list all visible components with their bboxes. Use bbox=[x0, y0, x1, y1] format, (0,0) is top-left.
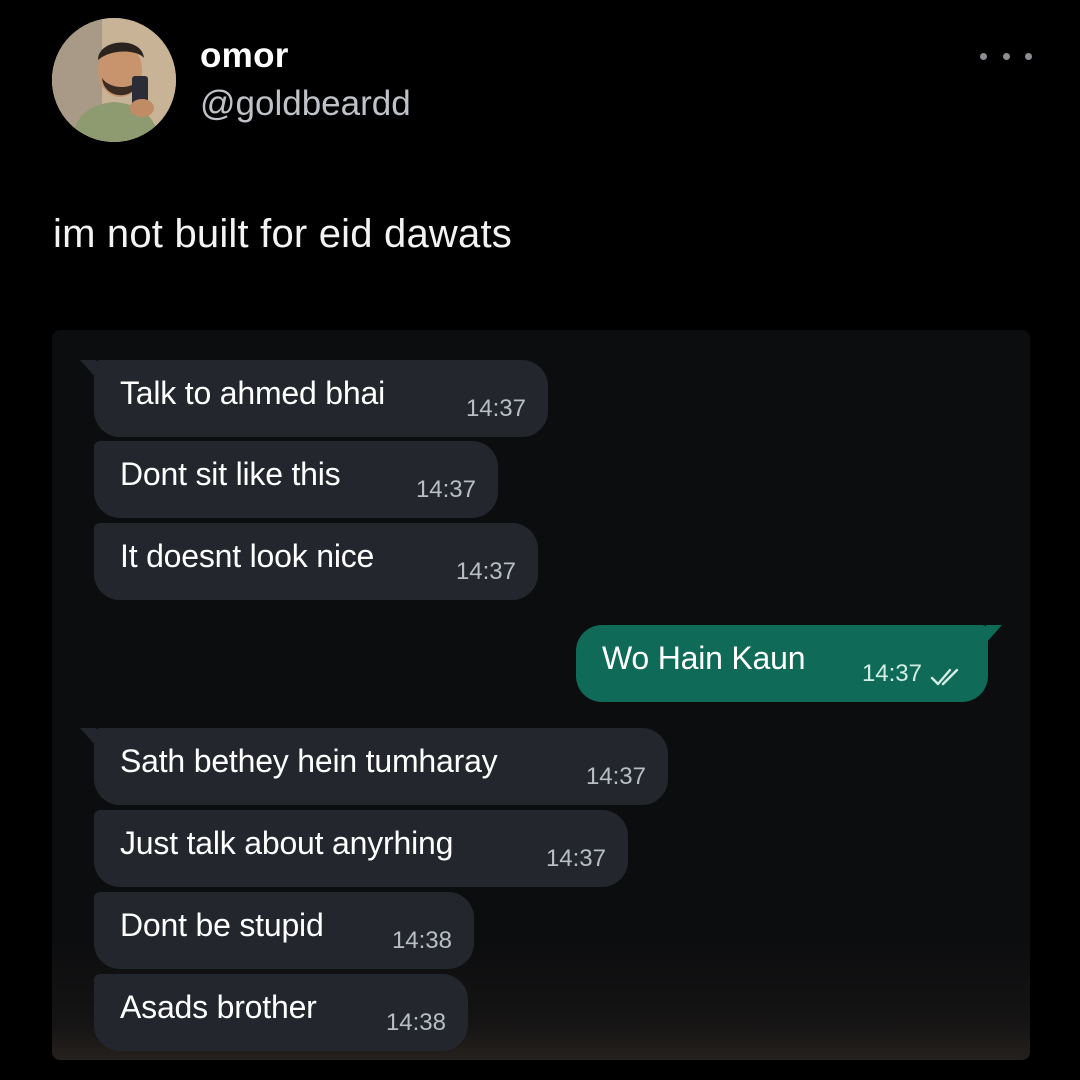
display-name[interactable]: omor bbox=[200, 36, 289, 76]
message-text: Dont be stupid bbox=[120, 907, 324, 943]
chat-message-incoming: Dont sit like this 14:37 bbox=[94, 441, 498, 518]
chat-message-incoming: Talk to ahmed bhai 14:37 bbox=[80, 360, 548, 437]
message-text: Talk to ahmed bhai bbox=[120, 375, 386, 411]
avatar-photo bbox=[52, 18, 176, 142]
ellipsis-dot bbox=[1025, 52, 1032, 60]
chat-message-outgoing: Wo Hain Kaun 14:37 bbox=[576, 625, 1002, 702]
chat-message-incoming: It doesnt look nice 14:37 bbox=[94, 523, 538, 600]
message-time: 14:37 bbox=[861, 660, 922, 687]
message-text: Dont sit like this bbox=[120, 456, 341, 492]
user-handle[interactable]: @goldbeardd bbox=[200, 84, 411, 124]
message-text: Sath bethey hein tumharay bbox=[120, 743, 498, 779]
tweet-header: omor @goldbeardd bbox=[52, 18, 1032, 148]
message-time: 14:37 bbox=[545, 845, 606, 872]
chat-message-incoming: Dont be stupid 14:38 bbox=[94, 892, 474, 969]
message-time: 14:37 bbox=[585, 763, 646, 790]
message-text: Asads brother bbox=[120, 989, 317, 1025]
message-text: It doesnt look nice bbox=[120, 538, 375, 574]
chat-screenshot: Talk to ahmed bhai 14:37 Dont sit like t… bbox=[52, 330, 1030, 1060]
message-time: 14:38 bbox=[385, 1009, 446, 1036]
message-time: 14:37 bbox=[455, 558, 516, 585]
ellipsis-icon[interactable] bbox=[980, 42, 1032, 70]
tweet-text: im not built for eid dawats bbox=[53, 212, 512, 256]
bubble-tail bbox=[80, 360, 96, 378]
chat-message-incoming: Just talk about anyrhing 14:37 bbox=[94, 810, 628, 887]
message-time: 14:37 bbox=[465, 395, 526, 422]
double-check-icon bbox=[930, 668, 959, 686]
avatar[interactable] bbox=[52, 18, 176, 142]
bubble-tail bbox=[986, 625, 1002, 643]
message-time: 14:37 bbox=[415, 476, 476, 503]
message-time: 14:38 bbox=[391, 927, 452, 954]
chat-message-incoming: Asads brother 14:38 bbox=[94, 974, 468, 1051]
ellipsis-dot bbox=[1002, 52, 1010, 60]
bubble-tail bbox=[80, 728, 96, 746]
chat-message-incoming: Sath bethey hein tumharay 14:37 bbox=[80, 728, 668, 805]
ellipsis-dot bbox=[980, 52, 987, 60]
message-text: Just talk about anyrhing bbox=[120, 825, 454, 861]
message-text: Wo Hain Kaun bbox=[602, 640, 806, 676]
